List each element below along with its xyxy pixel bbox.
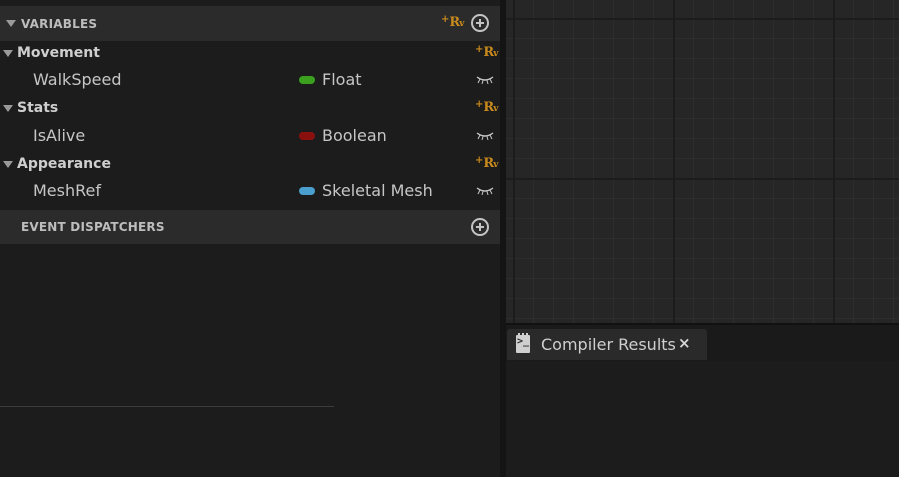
skeletal-mesh-pin-icon — [299, 187, 315, 195]
category-movement[interactable]: Movement +Rv — [0, 42, 500, 64]
graph-editor-canvas[interactable] — [506, 0, 899, 323]
variables-section-header[interactable]: VARIABLES +Rv — [0, 6, 500, 41]
variable-type[interactable]: Float — [322, 70, 362, 89]
category-label: Appearance — [17, 156, 111, 172]
variable-row-walkspeed[interactable]: WalkSpeed Float — [0, 66, 500, 94]
add-variable-icon[interactable]: +Rv — [441, 14, 464, 30]
triangle-down-icon[interactable] — [3, 160, 13, 168]
closed-eye-icon[interactable] — [476, 187, 494, 195]
variable-type[interactable]: Skeletal Mesh — [322, 181, 433, 200]
add-variable-icon[interactable]: +Rv — [475, 99, 498, 115]
closed-eye-icon[interactable] — [476, 76, 494, 84]
tab-label: Compiler Results — [541, 335, 676, 354]
variable-name: IsAlive — [33, 126, 86, 145]
divider — [0, 406, 334, 407]
event-dispatchers-section-header[interactable]: EVENT DISPATCHERS — [0, 210, 500, 244]
category-stats[interactable]: Stats +Rv — [0, 97, 500, 119]
variable-row-isalive[interactable]: IsAlive Boolean — [0, 122, 500, 150]
add-variable-button[interactable] — [471, 14, 489, 32]
float-pin-icon — [299, 76, 315, 84]
variables-header-label: VARIABLES — [21, 16, 98, 31]
event-dispatchers-header-label: EVENT DISPATCHERS — [21, 220, 165, 234]
add-event-dispatcher-button[interactable] — [471, 218, 489, 236]
category-appearance[interactable]: Appearance +Rv — [0, 153, 500, 175]
variable-name: WalkSpeed — [33, 70, 122, 89]
variable-row-meshref[interactable]: MeshRef Skeletal Mesh — [0, 177, 500, 205]
category-label: Stats — [17, 100, 59, 116]
console-icon: >_ — [516, 333, 530, 353]
triangle-down-icon[interactable] — [3, 104, 13, 112]
compiler-results-body — [506, 361, 899, 477]
add-variable-icon[interactable]: +Rv — [475, 155, 498, 171]
category-label: Movement — [17, 45, 100, 61]
tab-compiler-results[interactable]: >_ Compiler Results × — [507, 329, 707, 360]
variable-type[interactable]: Boolean — [322, 126, 387, 145]
close-icon[interactable]: × — [678, 334, 691, 352]
triangle-down-icon[interactable] — [6, 20, 16, 27]
boolean-pin-icon — [299, 132, 315, 140]
closed-eye-icon[interactable] — [476, 132, 494, 140]
my-blueprint-panel: VARIABLES +Rv Movement +Rv WalkSpeed Flo… — [0, 0, 500, 477]
variable-name: MeshRef — [33, 181, 101, 200]
add-variable-icon[interactable]: +Rv — [475, 44, 498, 60]
triangle-down-icon[interactable] — [3, 49, 13, 57]
